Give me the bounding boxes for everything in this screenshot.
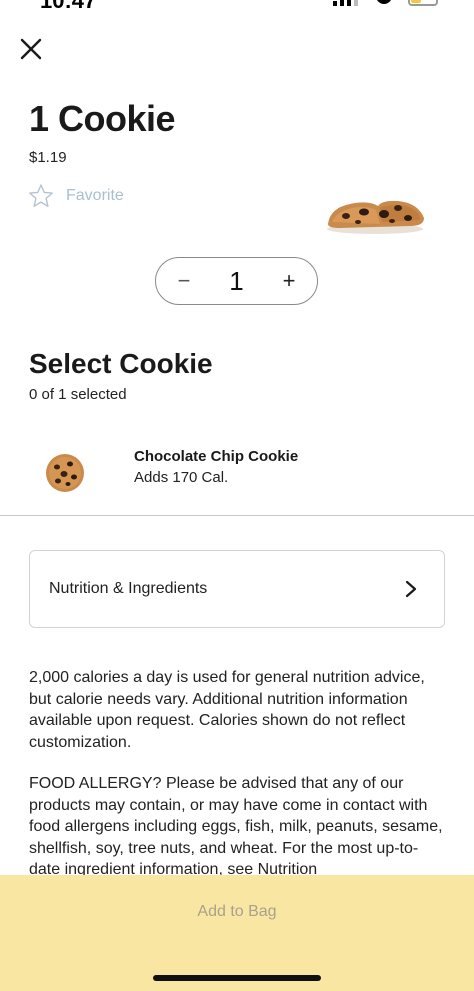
add-to-bag-button[interactable]: Add to Bag <box>0 875 474 949</box>
star-icon <box>29 184 53 207</box>
quantity-value: 1 <box>229 265 244 296</box>
bottom-bar: Add to Bag <box>0 875 474 991</box>
allergy-notice: FOOD ALLERGY? Please be advised that any… <box>29 775 443 878</box>
option-name: Chocolate Chip Cookie <box>134 448 299 465</box>
option-calories: Adds 170 Cal. <box>134 469 229 486</box>
increase-button[interactable]: + <box>279 270 299 292</box>
status-bar: 10:47 <box>0 0 474 14</box>
signal-icon <box>333 0 358 6</box>
selection-count: 0 of 1 selected <box>29 386 127 403</box>
favorite-label: Favorite <box>66 187 124 204</box>
wifi-icon <box>376 0 392 4</box>
close-icon <box>20 38 42 60</box>
product-title: 1 Cookie <box>29 98 176 139</box>
cookie-thumbnail-image <box>46 454 84 492</box>
divider <box>0 515 474 516</box>
nutrition-ingredients-button[interactable]: Nutrition & Ingredients <box>29 550 445 628</box>
favorite-button[interactable]: Favorite <box>28 183 124 209</box>
decrease-button[interactable]: − <box>174 270 194 292</box>
home-indicator <box>153 975 321 981</box>
nutrition-label: Nutrition & Ingredients <box>49 580 208 597</box>
close-button[interactable] <box>16 34 46 64</box>
cookie-image <box>327 200 424 234</box>
battery-icon <box>408 0 438 6</box>
section-title: Select Cookie <box>29 348 213 379</box>
chevron-right-icon <box>405 580 417 598</box>
quantity-stepper[interactable]: − 1 + <box>155 257 318 305</box>
product-price: $1.19 <box>29 149 67 166</box>
calorie-disclaimer: 2,000 calories a day is used for general… <box>29 669 425 751</box>
status-icons <box>333 0 438 6</box>
status-time: 10:47 <box>40 0 97 13</box>
option-chocolate-chip-cookie[interactable]: Chocolate Chip Cookie Adds 170 Cal. <box>0 440 474 516</box>
